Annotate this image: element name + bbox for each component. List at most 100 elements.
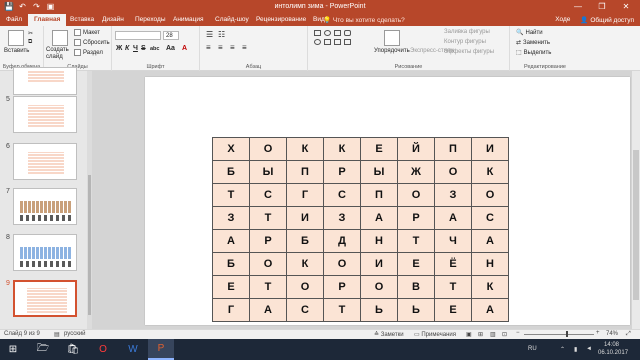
puzzle-cell[interactable]: К: [471, 275, 509, 299]
tab-design[interactable]: Дизайн: [102, 16, 124, 23]
new-slide-button[interactable]: Создать слайд: [46, 47, 72, 61]
font-color-button[interactable]: A: [182, 45, 187, 52]
tab-home[interactable]: Главная: [28, 14, 67, 26]
puzzle-cell[interactable]: К: [286, 137, 324, 161]
tab-transitions[interactable]: Переходы: [135, 16, 166, 23]
notes-button[interactable]: ≙ Заметки: [374, 331, 404, 338]
puzzle-cell[interactable]: Т: [434, 275, 472, 299]
puzzle-cell[interactable]: О: [323, 252, 361, 276]
puzzle-cell[interactable]: О: [397, 183, 435, 207]
copy-icon[interactable]: ⧉: [28, 39, 32, 46]
puzzle-cell[interactable]: Р: [323, 275, 361, 299]
align-right-icon[interactable]: ≡: [230, 43, 235, 52]
puzzle-cell[interactable]: Й: [397, 137, 435, 161]
puzzle-cell[interactable]: Р: [323, 160, 361, 184]
paste-button[interactable]: Вставить: [4, 48, 29, 54]
puzzle-cell[interactable]: Ж: [397, 160, 435, 184]
puzzle-cell[interactable]: О: [286, 275, 324, 299]
puzzle-cell[interactable]: К: [323, 137, 361, 161]
new-slide-icon[interactable]: [52, 30, 68, 46]
puzzle-cell[interactable]: А: [212, 229, 250, 253]
tab-animation[interactable]: Анимация: [173, 16, 204, 23]
puzzle-cell[interactable]: О: [434, 160, 472, 184]
puzzle-cell[interactable]: И: [360, 252, 398, 276]
puzzle-cell[interactable]: З: [434, 183, 472, 207]
puzzle-cell[interactable]: Д: [323, 229, 361, 253]
cut-icon[interactable]: ✂: [28, 30, 33, 37]
slide-thumbnail-7[interactable]: [13, 188, 77, 225]
shape-fill-button[interactable]: Заливка фигуры: [444, 29, 490, 35]
puzzle-cell[interactable]: Р: [397, 206, 435, 230]
puzzle-cell[interactable]: Р: [249, 229, 287, 253]
puzzle-cell[interactable]: П: [286, 160, 324, 184]
fit-slide-icon[interactable]: ⤢: [626, 331, 631, 338]
tell-me-box[interactable]: 💡 Что вы хотите сделать?: [323, 16, 405, 24]
puzzle-cell[interactable]: С: [286, 298, 324, 322]
align-left-icon[interactable]: ≡: [206, 43, 211, 52]
oval-shape-icon[interactable]: [324, 30, 331, 36]
zoom-slider-thumb[interactable]: [566, 331, 568, 337]
puzzle-cell[interactable]: О: [471, 183, 509, 207]
puzzle-cell[interactable]: Б: [286, 229, 324, 253]
puzzle-cell[interactable]: З: [212, 206, 250, 230]
volume-icon[interactable]: ◄: [586, 346, 592, 352]
puzzle-cell[interactable]: Т: [249, 206, 287, 230]
puzzle-cell[interactable]: Ё: [434, 252, 472, 276]
puzzle-cell[interactable]: Т: [323, 298, 361, 322]
font-name-select[interactable]: [115, 31, 161, 40]
puzzle-cell[interactable]: Ы: [360, 160, 398, 184]
replace-button[interactable]: ⇄ Заменить: [516, 39, 550, 47]
puzzle-cell[interactable]: Е: [360, 137, 398, 161]
minimize-button[interactable]: —: [566, 1, 590, 13]
puzzle-cell[interactable]: Ы: [249, 160, 287, 184]
align-center-icon[interactable]: ≡: [218, 43, 223, 52]
shape-outline-button[interactable]: Контур фигуры: [444, 39, 486, 45]
puzzle-cell[interactable]: Ч: [434, 229, 472, 253]
close-button[interactable]: ✕: [614, 1, 638, 13]
language-indicator[interactable]: русский: [64, 331, 86, 337]
underline-button[interactable]: Ч: [133, 45, 138, 52]
puzzle-cell[interactable]: К: [286, 252, 324, 276]
puzzle-cell[interactable]: С: [471, 206, 509, 230]
puzzle-cell[interactable]: Б: [212, 160, 250, 184]
rounded-shape-icon[interactable]: [344, 30, 351, 36]
puzzle-cell[interactable]: Т: [397, 229, 435, 253]
word-icon[interactable]: W: [120, 339, 146, 360]
user-name[interactable]: Ходе: [555, 16, 570, 24]
reading-view-icon[interactable]: ▥: [490, 331, 496, 338]
bullets-icon[interactable]: ☰: [206, 30, 213, 39]
bold-button[interactable]: Ж: [116, 45, 122, 52]
puzzle-cell[interactable]: О: [249, 137, 287, 161]
clock-time[interactable]: 14:08: [604, 342, 619, 348]
shape-effects-button[interactable]: Эффекты фигуры: [444, 49, 494, 55]
puzzle-cell[interactable]: Г: [212, 298, 250, 322]
justify-icon[interactable]: ≡: [242, 43, 247, 52]
puzzle-cell[interactable]: Е: [212, 275, 250, 299]
tray-chevron-icon[interactable]: ⌃: [560, 346, 565, 353]
puzzle-cell[interactable]: А: [249, 298, 287, 322]
puzzle-cell[interactable]: О: [360, 275, 398, 299]
puzzle-cell[interactable]: П: [360, 183, 398, 207]
puzzle-cell[interactable]: К: [471, 160, 509, 184]
puzzle-cell[interactable]: Н: [360, 229, 398, 253]
puzzle-cell[interactable]: И: [286, 206, 324, 230]
puzzle-cell[interactable]: А: [434, 206, 472, 230]
section-button[interactable]: Раздел: [74, 49, 103, 56]
rectangle-shape-icon[interactable]: [314, 30, 321, 36]
zoom-out-button[interactable]: −: [516, 330, 520, 336]
spellcheck-icon[interactable]: ▤: [54, 331, 60, 338]
puzzle-cell[interactable]: Ь: [397, 298, 435, 322]
line-shape-icon[interactable]: [334, 39, 341, 45]
puzzle-cell[interactable]: С: [249, 183, 287, 207]
puzzle-cell[interactable]: Т: [212, 183, 250, 207]
clock-date[interactable]: 06.10.2017: [598, 350, 628, 356]
slideshow-view-icon[interactable]: ⊡: [502, 331, 507, 338]
network-icon[interactable]: ▮: [574, 346, 577, 353]
select-button[interactable]: ⬚ Выделить: [516, 49, 551, 57]
store-icon[interactable]: 🛍: [60, 339, 86, 360]
puzzle-cell[interactable]: А: [471, 298, 509, 322]
tab-file[interactable]: Файл: [6, 16, 22, 23]
strikethrough-button[interactable]: S: [141, 45, 146, 52]
puzzle-cell[interactable]: Н: [471, 252, 509, 276]
slide-thumbnail-6[interactable]: [13, 143, 77, 180]
